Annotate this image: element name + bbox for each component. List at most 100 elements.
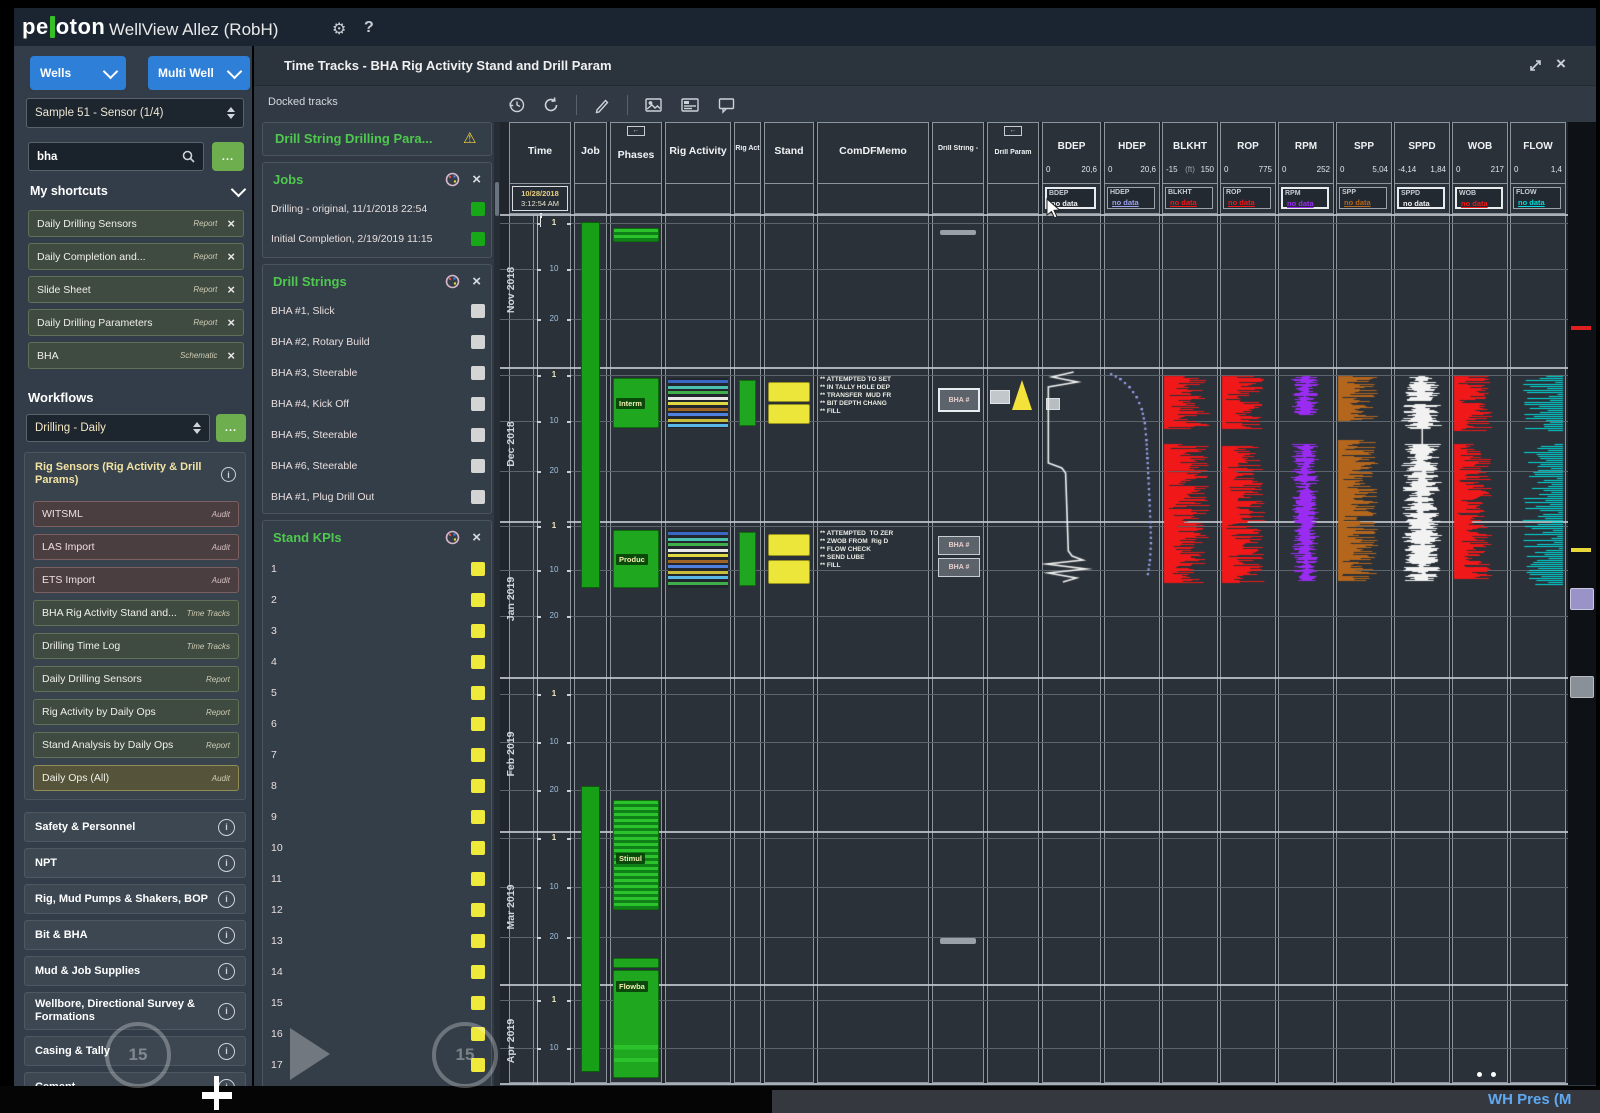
search-input[interactable]: bha	[28, 142, 204, 171]
bottom-bar-track[interactable]	[772, 1090, 1600, 1113]
column-header-phases[interactable]: ←Phases	[611, 123, 661, 184]
column-header-hdep[interactable]: HDEP020,6	[1105, 123, 1159, 184]
column-header-blkht[interactable]: BLKHT-15(ft)150	[1163, 123, 1217, 184]
color-swatch[interactable]	[471, 397, 485, 411]
column-header-bdep[interactable]: BDEP020,6	[1043, 123, 1100, 184]
info-icon[interactable]: i	[218, 927, 235, 944]
warning-card[interactable]: Drill String Drilling Para... ⚠	[262, 122, 492, 156]
list-item[interactable]: 10	[271, 838, 485, 858]
workflow-item[interactable]: WITSMLAudit	[33, 501, 239, 527]
stepper-icon[interactable]	[227, 107, 235, 119]
list-item[interactable]: BHA #4, Kick Off	[271, 394, 485, 414]
list-item[interactable]: Drilling - original, 11/1/2018 22:54	[271, 199, 485, 219]
info-icon[interactable]: i	[218, 1043, 235, 1060]
bha-marker-box[interactable]: BHA #	[938, 388, 980, 412]
bha-marker-box[interactable]: BHA #	[938, 536, 980, 555]
workflow-item[interactable]: Stand Analysis by Daily OpsReport	[33, 732, 239, 758]
list-item[interactable]: 6	[271, 714, 485, 734]
gear-icon[interactable]: ⚙	[332, 19, 346, 38]
column-header-spp[interactable]: SPP05,04	[1337, 123, 1391, 184]
column-header-comdfmemo[interactable]: ComDFMemo	[818, 123, 928, 184]
refresh-icon[interactable]	[542, 96, 560, 114]
sidebar-group-bit-bha[interactable]: Bit & BHAi	[24, 920, 246, 950]
color-swatch[interactable]	[471, 872, 485, 886]
edit-pencil-icon[interactable]	[593, 96, 611, 114]
image-export-icon[interactable]	[644, 96, 664, 114]
multi-well-dropdown[interactable]: Multi Well	[148, 56, 250, 90]
list-item[interactable]: 14	[271, 962, 485, 982]
color-swatch[interactable]	[471, 459, 485, 473]
track-legend-box[interactable]: ROPno data	[1223, 187, 1271, 209]
info-icon[interactable]: i	[218, 891, 235, 908]
column-header-stand[interactable]: Stand	[765, 123, 813, 184]
list-item[interactable]: 1	[271, 559, 485, 579]
color-swatch[interactable]	[471, 810, 485, 824]
info-icon[interactable]: i	[221, 467, 236, 482]
video-skip-back-ghost[interactable]: 15	[105, 1022, 171, 1088]
report-card-icon[interactable]	[680, 96, 701, 114]
color-swatch[interactable]	[471, 232, 485, 246]
color-swatch[interactable]	[471, 624, 485, 638]
list-item[interactable]: 12	[271, 900, 485, 920]
track-legend-box[interactable]: RPMno data	[1281, 187, 1329, 209]
rail-thumb-lavender[interactable]	[1570, 588, 1594, 610]
dock-icon[interactable]: ←	[1004, 126, 1022, 136]
column-header-rop[interactable]: ROP0775	[1221, 123, 1275, 184]
shortcut-item[interactable]: BHASchematic×	[28, 342, 244, 369]
close-icon[interactable]: ×	[472, 529, 481, 546]
shortcut-item[interactable]: Slide SheetReport×	[28, 276, 244, 303]
list-item[interactable]: BHA #1, Plug Drill Out	[271, 487, 485, 507]
color-swatch[interactable]	[471, 335, 485, 349]
workflow-item[interactable]: Daily Ops (All)Audit	[33, 765, 239, 791]
color-swatch[interactable]	[471, 304, 485, 318]
list-item[interactable]: BHA #3, Steerable	[271, 363, 485, 383]
workflow-item[interactable]: BHA Rig Activity Stand and...Time Tracks	[33, 600, 239, 626]
color-swatch[interactable]	[471, 748, 485, 762]
remove-icon[interactable]: ×	[227, 252, 235, 262]
column-header-wob[interactable]: WOB0217	[1453, 123, 1507, 184]
sidebar-group-safety-personnel[interactable]: Safety & Personneli	[24, 812, 246, 842]
color-swatch[interactable]	[471, 903, 485, 917]
track-legend-box[interactable]: WOBno data	[1455, 187, 1503, 209]
workflow-item[interactable]: Drilling Time LogTime Tracks	[33, 633, 239, 659]
list-item[interactable]: 15	[271, 993, 485, 1013]
workflow-item[interactable]: LAS ImportAudit	[33, 534, 239, 560]
track-legend-box[interactable]: FLOWno data	[1513, 187, 1561, 209]
list-item[interactable]: 2	[271, 590, 485, 610]
video-skip-forward-ghost[interactable]: 15	[432, 1022, 498, 1088]
info-icon[interactable]: i	[218, 819, 235, 836]
color-swatch[interactable]	[471, 428, 485, 442]
color-swatch[interactable]	[471, 202, 485, 216]
color-swatch[interactable]	[471, 779, 485, 793]
palette-icon[interactable]	[445, 530, 460, 545]
workflow-item[interactable]: Rig Activity by Daily OpsReport	[33, 699, 239, 725]
color-swatch[interactable]	[471, 934, 485, 948]
shortcut-item[interactable]: Daily Drilling SensorsReport×	[28, 210, 244, 237]
list-item[interactable]: 13	[271, 931, 485, 951]
workflow-selector[interactable]: Drilling - Daily	[26, 414, 210, 442]
video-play-ghost[interactable]	[290, 1028, 330, 1080]
color-swatch[interactable]	[471, 965, 485, 979]
list-item[interactable]: 4	[271, 652, 485, 672]
palette-icon[interactable]	[445, 172, 460, 187]
remove-icon[interactable]: ×	[227, 219, 235, 229]
remove-icon[interactable]: ×	[227, 351, 235, 361]
list-item[interactable]: 3	[271, 621, 485, 641]
column-header-job[interactable]: Job	[575, 123, 606, 184]
my-shortcuts-header[interactable]: My shortcuts	[30, 184, 244, 198]
well-selector[interactable]: Sample 51 - Sensor (1/4)	[26, 98, 244, 128]
info-icon[interactable]: i	[218, 855, 235, 872]
shortcut-item[interactable]: Daily Drilling ParametersReport×	[28, 309, 244, 336]
info-icon[interactable]: i	[218, 1003, 235, 1020]
color-swatch[interactable]	[471, 366, 485, 380]
list-item[interactable]: BHA #1, Slick	[271, 301, 485, 321]
remove-icon[interactable]: ×	[227, 318, 235, 328]
close-icon[interactable]: ×	[472, 171, 481, 188]
playhead-flag[interactable]	[202, 1092, 232, 1099]
list-item[interactable]: 7	[271, 745, 485, 765]
list-item[interactable]: 11	[271, 869, 485, 889]
column-header-time[interactable]: Time	[510, 123, 570, 184]
track-legend-box[interactable]: SPPDno data	[1397, 187, 1445, 209]
color-swatch[interactable]	[471, 490, 485, 504]
column-header-rig-activity[interactable]: Rig Activity	[666, 123, 730, 184]
